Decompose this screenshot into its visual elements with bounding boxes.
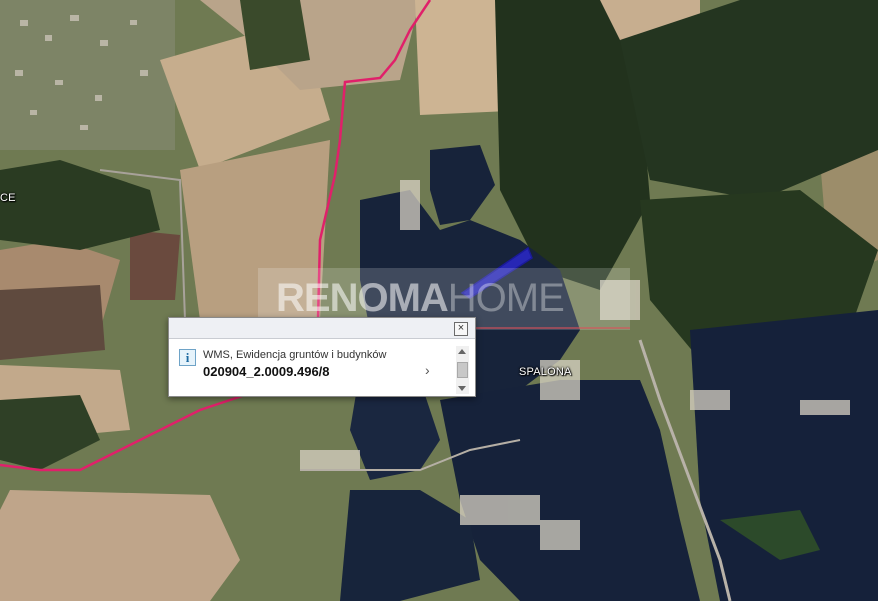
scroll-thumb[interactable] [457,362,468,378]
parcel-id[interactable]: 020904_2.0009.496/8 [203,364,330,379]
chevron-right-icon[interactable]: › [425,362,430,378]
info-icon: i [179,349,196,366]
watermark-part1: RENOMA [276,276,449,320]
watermark-part2: HOME [447,276,565,320]
popup-header: × [169,318,475,339]
place-label-town: CE [0,192,16,204]
watermark-logo: RENOMAHOME [276,276,565,321]
feature-info-popup: × i WMS, Ewidencja gruntów i budynków 02… [168,317,476,397]
scroll-up-icon[interactable] [458,349,466,354]
layer-name: WMS, Ewidencja gruntów i budynków [203,349,387,361]
scroll-down-icon[interactable] [458,386,466,391]
close-icon[interactable]: × [454,322,468,336]
place-label-spalona: SPALONA [519,366,572,378]
popup-scrollbar[interactable] [456,346,469,394]
